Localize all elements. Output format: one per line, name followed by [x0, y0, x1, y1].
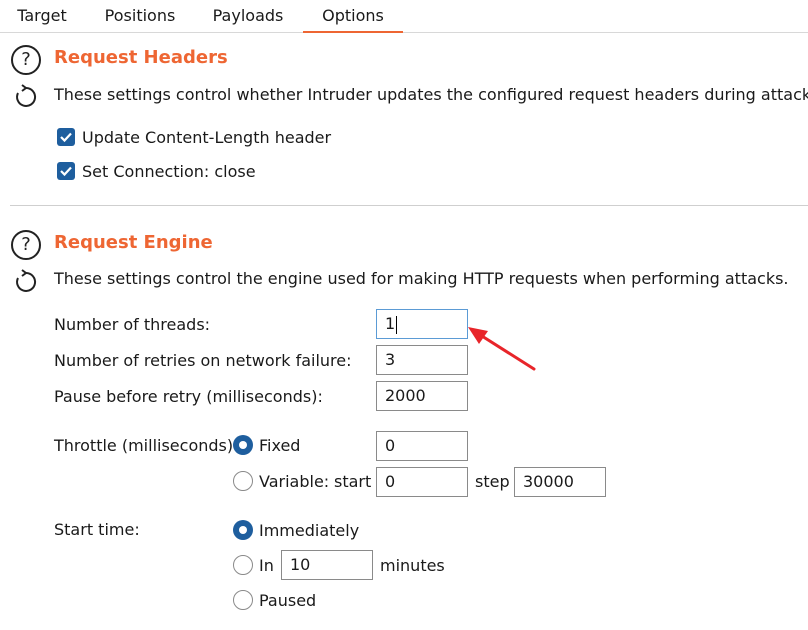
check-icon [60, 132, 72, 143]
throttle-fixed-value: 0 [385, 436, 396, 455]
request-engine-title: Request Engine [54, 232, 213, 253]
throttle-step-label: step [475, 472, 510, 491]
start-immediately-label: Immediately [259, 520, 360, 540]
annotation-arrow-icon [468, 327, 536, 371]
throttle-start-value: 0 [385, 472, 396, 491]
pause-input[interactable]: 2000 [376, 381, 468, 411]
tab-target[interactable]: Target [8, 0, 76, 33]
request-headers-description: These settings control whether Intruder … [54, 85, 808, 104]
throttle-step-input[interactable]: 30000 [514, 467, 606, 497]
set-connection-close-checkbox[interactable] [57, 162, 75, 180]
request-headers-title: Request Headers [54, 47, 228, 68]
start-in-radio[interactable] [233, 555, 253, 575]
throttle-label: Throttle (milliseconds): [54, 436, 239, 455]
threads-label: Number of threads: [54, 315, 211, 334]
start-in-minutes-input[interactable]: 10 [281, 550, 373, 580]
check-icon [60, 166, 72, 177]
refresh-icon[interactable] [12, 268, 40, 296]
throttle-start-label: start [334, 472, 372, 491]
tab-payloads[interactable]: Payloads [203, 0, 293, 33]
start-immediately-radio[interactable] [233, 520, 253, 540]
start-paused-option[interactable]: Paused [233, 588, 316, 612]
throttle-variable-label: Variable: [259, 471, 330, 491]
update-content-length-checkbox[interactable] [57, 128, 75, 146]
throttle-variable-radio[interactable] [233, 471, 253, 491]
text-caret [396, 315, 398, 334]
start-paused-radio[interactable] [233, 590, 253, 610]
threads-value: 1 [385, 314, 396, 333]
threads-input[interactable]: 1 [376, 309, 468, 339]
set-connection-close-option[interactable]: Set Connection: close [57, 160, 256, 182]
throttle-fixed-label: Fixed [259, 435, 301, 455]
tab-bar: Target Positions Payloads Options [0, 0, 808, 33]
tab-options[interactable]: Options [303, 0, 403, 33]
pause-value: 2000 [385, 386, 426, 405]
start-time-label: Start time: [54, 520, 140, 539]
throttle-start-input[interactable]: 0 [376, 467, 468, 497]
pause-label: Pause before retry (milliseconds): [54, 387, 323, 406]
throttle-variable-option[interactable]: Variable: [233, 469, 329, 493]
throttle-fixed-radio[interactable] [233, 435, 253, 455]
retries-value: 3 [385, 350, 396, 369]
start-immediately-option[interactable]: Immediately [233, 518, 359, 542]
start-paused-label: Paused [259, 590, 317, 610]
throttle-fixed-option[interactable]: Fixed [233, 433, 300, 457]
section-divider [10, 205, 808, 206]
update-content-length-option[interactable]: Update Content-Length header [57, 126, 331, 148]
retries-input[interactable]: 3 [376, 345, 468, 375]
help-icon[interactable]: ? [11, 230, 41, 260]
start-in-label: In [259, 555, 274, 575]
help-icon[interactable]: ? [11, 45, 41, 75]
throttle-step-value: 30000 [523, 472, 574, 491]
throttle-fixed-input[interactable]: 0 [376, 431, 468, 461]
retries-label: Number of retries on network failure: [54, 351, 352, 370]
start-in-option[interactable]: In [233, 553, 274, 577]
request-engine-description: These settings control the engine used f… [54, 269, 789, 288]
tab-positions[interactable]: Positions [96, 0, 184, 33]
start-in-minutes-value: 10 [290, 555, 311, 574]
refresh-icon[interactable] [12, 83, 40, 111]
update-content-length-label: Update Content-Length header [82, 127, 332, 147]
minutes-label: minutes [380, 556, 445, 575]
set-connection-close-label: Set Connection: close [82, 161, 256, 181]
